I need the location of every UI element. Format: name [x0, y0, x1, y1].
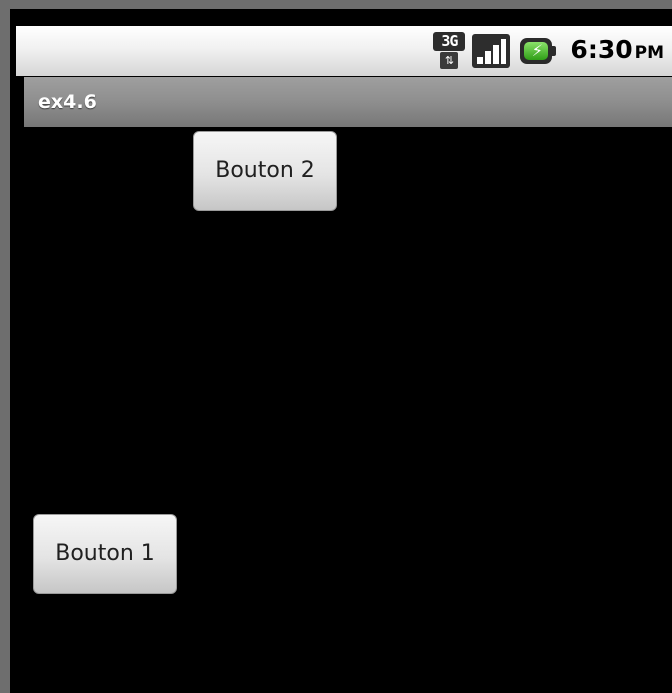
clock-time: 6:30 [570, 34, 633, 64]
clock-ampm: PM [634, 42, 664, 63]
network-3g-icon: 3G ⇅ [432, 32, 466, 70]
status-clock: 6:30 PM [570, 25, 664, 78]
data-activity-icon: ⇅ [440, 52, 459, 69]
status-bar: 3G ⇅ ⚡ 6:30 PM [16, 26, 672, 76]
charging-bolt-icon: ⚡ [531, 41, 544, 60]
network-type-label: 3G [433, 32, 466, 51]
app-title-bar: ex4.6 [24, 77, 672, 127]
signal-strength-icon [472, 34, 511, 68]
status-icons: 3G ⇅ ⚡ 6:30 PM [432, 26, 664, 76]
signal-bar [493, 45, 500, 64]
signal-bar [485, 51, 492, 64]
signal-bar [477, 57, 484, 64]
bouton-1-button[interactable]: Bouton 1 [33, 514, 177, 594]
signal-bar [501, 39, 507, 64]
battery-charging-icon: ⚡ [520, 38, 557, 64]
bouton-2-button[interactable]: Bouton 2 [193, 131, 337, 211]
app-title: ex4.6 [38, 91, 97, 113]
